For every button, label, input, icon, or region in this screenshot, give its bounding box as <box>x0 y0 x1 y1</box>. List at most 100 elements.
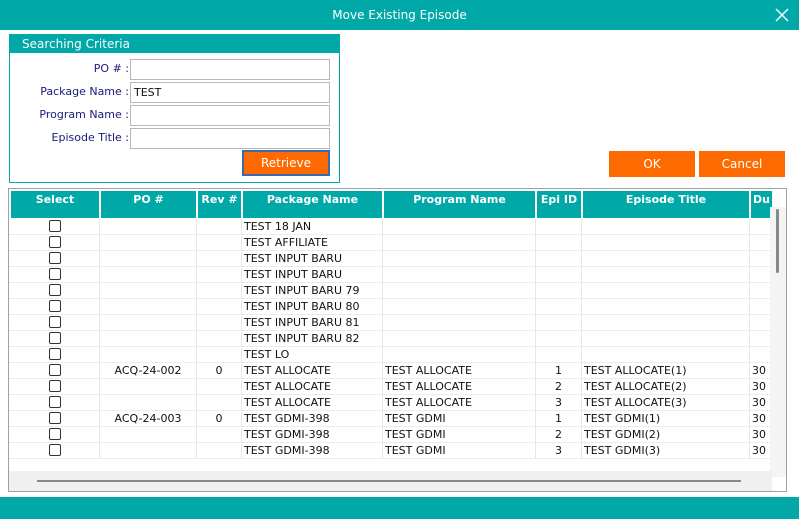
column-header-duration[interactable]: Du <box>751 191 772 218</box>
select-checkbox[interactable] <box>49 348 61 360</box>
table-row[interactable]: TEST GDMI-398 TEST GDMI 2 TEST GDMI(2) 30 <box>9 427 772 443</box>
po-cell <box>100 395 197 411</box>
column-header-epi-id[interactable]: Epi ID <box>537 191 581 218</box>
duration-cell <box>750 347 772 363</box>
column-header-package-name[interactable]: Package Name <box>243 191 382 218</box>
select-cell <box>9 427 100 443</box>
horizontal-scrollbar[interactable] <box>9 471 772 491</box>
rev-cell <box>197 267 242 283</box>
package-name-cell: TEST INPUT BARU 81 <box>242 315 383 331</box>
select-checkbox[interactable] <box>49 300 61 312</box>
program-name-cell <box>383 299 536 315</box>
po-cell <box>100 315 197 331</box>
epi-id-cell <box>536 299 582 315</box>
table-row[interactable]: TEST INPUT BARU 82 <box>9 331 772 347</box>
po-cell <box>100 299 197 315</box>
rev-cell <box>197 379 242 395</box>
program-name-cell <box>383 267 536 283</box>
select-checkbox[interactable] <box>49 380 61 392</box>
table-row[interactable]: TEST INPUT BARU 81 <box>9 315 772 331</box>
table-row[interactable]: TEST INPUT BARU 80 <box>9 299 772 315</box>
episode-title-cell: TEST GDMI(3) <box>582 443 750 459</box>
duration-cell: 30 <box>750 379 772 395</box>
retrieve-button[interactable]: Retrieve <box>242 150 330 176</box>
table-row[interactable]: ACQ-24-003 0 TEST GDMI-398 TEST GDMI 1 TEST G… <box>9 411 772 427</box>
table-row[interactable]: TEST 18 JAN <box>9 219 772 235</box>
close-icon[interactable] <box>775 8 789 22</box>
vertical-scrollbar[interactable] <box>770 207 786 477</box>
po-cell <box>100 219 197 235</box>
po-cell <box>100 347 197 363</box>
episode-title-cell: TEST GDMI(2) <box>582 427 750 443</box>
episode-grid: Select PO # Rev # Package Name Program N… <box>8 188 787 492</box>
select-checkbox[interactable] <box>49 236 61 248</box>
duration-cell: 30 <box>750 443 772 459</box>
select-checkbox[interactable] <box>49 444 61 456</box>
duration-cell <box>750 315 772 331</box>
package-name-cell: TEST GDMI-398 <box>242 411 383 427</box>
program-name-input[interactable] <box>130 105 330 126</box>
select-checkbox[interactable] <box>49 220 61 232</box>
column-header-program-name[interactable]: Program Name <box>384 191 535 218</box>
package-name-cell: TEST GDMI-398 <box>242 443 383 459</box>
select-cell <box>9 235 100 251</box>
epi-id-cell <box>536 235 582 251</box>
column-header-po[interactable]: PO # <box>101 191 196 218</box>
po-label: PO # : <box>93 62 129 75</box>
column-header-select[interactable]: Select <box>11 191 99 218</box>
epi-id-cell <box>536 347 582 363</box>
program-name-cell: TEST GDMI <box>383 443 536 459</box>
epi-id-cell: 3 <box>536 443 582 459</box>
column-header-rev[interactable]: Rev # <box>198 191 241 218</box>
po-input[interactable] <box>130 59 330 80</box>
table-row[interactable]: TEST INPUT BARU <box>9 267 772 283</box>
horizontal-scroll-thumb[interactable] <box>37 480 741 482</box>
rev-cell: 0 <box>197 363 242 379</box>
rev-cell <box>197 443 242 459</box>
vertical-scroll-thumb[interactable] <box>776 209 779 273</box>
select-checkbox[interactable] <box>49 284 61 296</box>
package-name-input[interactable] <box>130 82 330 103</box>
package-name-cell: TEST ALLOCATE <box>242 363 383 379</box>
select-checkbox[interactable] <box>49 316 61 328</box>
po-cell <box>100 251 197 267</box>
table-row[interactable]: TEST INPUT BARU 79 <box>9 283 772 299</box>
program-name-cell: TEST ALLOCATE <box>383 379 536 395</box>
duration-cell: 30 <box>750 363 772 379</box>
select-checkbox[interactable] <box>49 332 61 344</box>
episode-title-cell <box>582 219 750 235</box>
select-cell <box>9 331 100 347</box>
table-row[interactable]: TEST ALLOCATE TEST ALLOCATE 3 TEST ALLOCATE… <box>9 395 772 411</box>
table-row[interactable]: ACQ-24-002 0 TEST ALLOCATE TEST ALLOCATE 1 TE… <box>9 363 772 379</box>
grid-header: Select PO # Rev # Package Name Program N… <box>9 189 786 219</box>
select-cell <box>9 363 100 379</box>
select-cell <box>9 315 100 331</box>
table-row[interactable]: TEST INPUT BARU <box>9 251 772 267</box>
duration-cell: 30 <box>750 411 772 427</box>
table-row[interactable]: TEST LO <box>9 347 772 363</box>
select-checkbox[interactable] <box>49 364 61 376</box>
select-cell <box>9 283 100 299</box>
epi-id-cell: 2 <box>536 379 582 395</box>
select-checkbox[interactable] <box>49 428 61 440</box>
program-name-cell: TEST GDMI <box>383 411 536 427</box>
po-cell: ACQ-24-002 <box>100 363 197 379</box>
duration-cell <box>750 219 772 235</box>
episode-title-input[interactable] <box>130 128 330 149</box>
table-row[interactable]: TEST AFFILIATE <box>9 235 772 251</box>
column-header-episode-title[interactable]: Episode Title <box>583 191 749 218</box>
select-checkbox[interactable] <box>49 252 61 264</box>
episode-title-cell: TEST ALLOCATE(1) <box>582 363 750 379</box>
program-name-cell <box>383 219 536 235</box>
duration-cell: 30 <box>750 427 772 443</box>
cancel-button[interactable]: Cancel <box>699 151 785 177</box>
table-row[interactable]: TEST ALLOCATE TEST ALLOCATE 2 TEST ALLOCATE… <box>9 379 772 395</box>
program-name-label: Program Name : <box>39 108 129 121</box>
select-checkbox[interactable] <box>49 412 61 424</box>
ok-button[interactable]: OK <box>609 151 695 177</box>
select-checkbox[interactable] <box>49 268 61 280</box>
select-checkbox[interactable] <box>49 396 61 408</box>
window-title: Move Existing Episode <box>332 8 467 22</box>
table-row[interactable]: TEST GDMI-398 TEST GDMI 3 TEST GDMI(3) 30 <box>9 443 772 459</box>
package-name-cell: TEST ALLOCATE <box>242 395 383 411</box>
